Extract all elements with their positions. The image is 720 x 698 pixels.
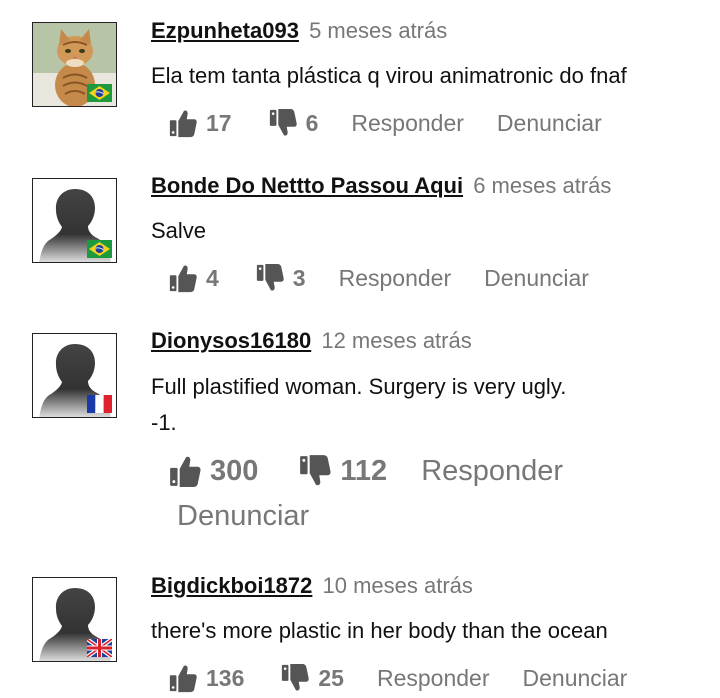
like-count: 300 (210, 454, 259, 487)
like-count: 136 (206, 664, 245, 691)
avatar[interactable] (32, 577, 117, 662)
username-link[interactable]: Bonde Do Nettto Passou Aqui (151, 173, 463, 198)
dislike-count: 112 (340, 454, 388, 487)
brazil-flag-icon (87, 84, 112, 102)
comment-line: Full plastified woman. Surgery is very u… (151, 374, 567, 399)
timestamp: 10 meses atrás (322, 573, 473, 598)
comment-header: Dionysos16180 12 meses atrás (151, 328, 472, 354)
dislike-count: 3 (292, 264, 306, 291)
thumbs-up-icon (168, 263, 198, 293)
comment-actions: 136 25 Responder Denunciar (168, 663, 627, 693)
comment-text: Ela tem tanta plástica q virou animatron… (151, 58, 627, 94)
avatar[interactable] (32, 22, 117, 107)
username-link[interactable]: Dionysos16180 (151, 328, 311, 353)
timestamp: 6 meses atrás (473, 173, 612, 198)
like-button[interactable]: 300 (168, 454, 258, 488)
thumbs-down-icon (255, 263, 285, 293)
thumbs-down-icon (268, 108, 298, 138)
timestamp: 5 meses atrás (309, 18, 448, 43)
dislike-count: 6 (305, 109, 319, 136)
like-button[interactable]: 136 (168, 663, 244, 693)
like-button[interactable]: 4 (168, 263, 219, 293)
comment-actions-overflow: Denunciar (177, 500, 309, 533)
brazil-flag-icon (87, 240, 112, 258)
username-link[interactable]: Ezpunheta093 (151, 18, 299, 43)
thumbs-down-icon (280, 663, 310, 693)
dislike-count: 25 (318, 664, 344, 691)
comment-header: Bonde Do Nettto Passou Aqui 6 meses atrá… (151, 173, 611, 199)
comment-text: there's more plastic in her body than th… (151, 613, 608, 649)
report-button[interactable]: Denunciar (484, 265, 589, 292)
comment-text: Full plastified woman. Surgery is very u… (151, 369, 566, 441)
dislike-button[interactable]: 3 (255, 263, 306, 293)
thumbs-up-icon (168, 454, 202, 488)
report-button[interactable]: Denunciar (497, 110, 602, 137)
comment-actions: 17 6 Responder Denunciar (168, 108, 602, 138)
dislike-button[interactable]: 112 (298, 454, 387, 488)
report-button[interactable]: Denunciar (523, 665, 628, 692)
thumbs-up-icon (168, 663, 198, 693)
dislike-button[interactable]: 25 (280, 663, 344, 693)
comment-line: there's more plastic in her body than th… (151, 618, 608, 643)
uk-flag-icon (87, 639, 112, 657)
reply-button[interactable]: Responder (421, 455, 563, 488)
avatar[interactable] (32, 333, 117, 418)
timestamp: 12 meses atrás (321, 328, 472, 353)
like-count: 17 (206, 109, 232, 136)
comment-header: Ezpunheta093 5 meses atrás (151, 18, 447, 44)
comment-line: Ela tem tanta plástica q virou animatron… (151, 63, 627, 88)
report-button[interactable]: Denunciar (177, 500, 309, 533)
france-flag-icon (87, 395, 112, 413)
comment-actions: 4 3 Responder Denunciar (168, 263, 589, 293)
reply-button[interactable]: Responder (377, 665, 490, 692)
like-button[interactable]: 17 (168, 108, 232, 138)
avatar[interactable] (32, 178, 117, 263)
comment-line: -1. (151, 410, 177, 435)
reply-button[interactable]: Responder (339, 265, 452, 292)
username-link[interactable]: Bigdickboi1872 (151, 573, 312, 598)
like-count: 4 (206, 264, 219, 291)
reply-button[interactable]: Responder (351, 110, 464, 137)
thumbs-down-icon (298, 454, 332, 488)
comment-actions: 300 112 Responder (168, 454, 563, 488)
comment-line: Salve (151, 218, 207, 243)
dislike-button[interactable]: 6 (268, 108, 319, 138)
comment-text: Salve (151, 213, 206, 249)
thumbs-up-icon (168, 108, 198, 138)
comment-header: Bigdickboi1872 10 meses atrás (151, 573, 473, 599)
